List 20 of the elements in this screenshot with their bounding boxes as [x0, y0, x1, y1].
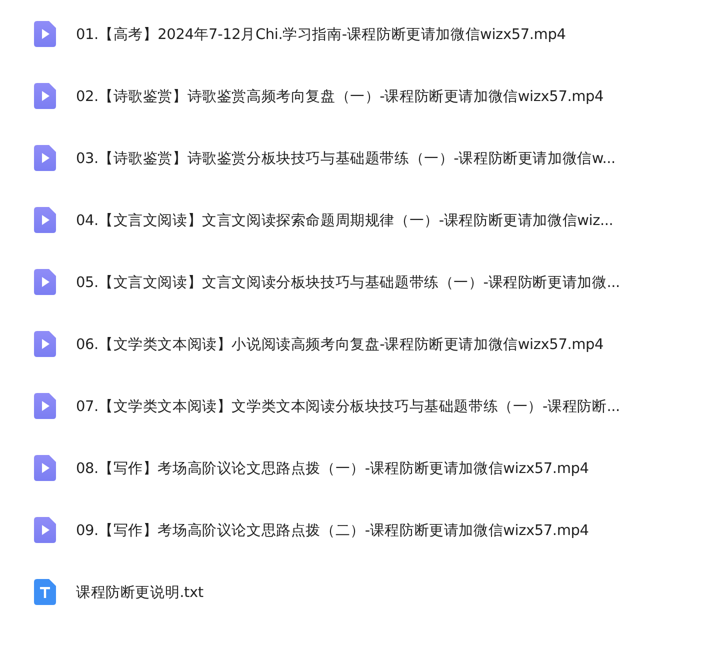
file-name[interactable]: 05.【文言文阅读】文言文阅读分板块技巧与基础题带练（一）-课程防断更请加微...: [76, 272, 620, 292]
video-file-icon: [34, 455, 56, 481]
video-file-icon: [34, 393, 56, 419]
file-name[interactable]: 01.【高考】2024年7-12月Chi.学习指南-课程防断更请加微信wizx57.mp4: [76, 24, 566, 44]
text-file-icon: [34, 579, 56, 605]
video-file-icon: [34, 269, 56, 295]
video-file-icon: [34, 145, 56, 171]
video-file-icon: [34, 517, 56, 543]
file-name[interactable]: 08.【写作】考场高阶议论文思路点拨（一）-课程防断更请加微信wizx57.mp4: [76, 458, 589, 478]
file-name[interactable]: 04.【文言文阅读】文言文阅读探索命题周期规律（一）-课程防断更请加微信wiz...: [76, 210, 614, 230]
video-file-icon: [34, 207, 56, 233]
file-name[interactable]: 09.【写作】考场高阶议论文思路点拨（二）-课程防断更请加微信wizx57.mp4: [76, 520, 589, 540]
file-name[interactable]: 02.【诗歌鉴赏】诗歌鉴赏高频考向复盘（一）-课程防断更请加微信wizx57.mp4: [76, 86, 604, 106]
video-file-icon: [34, 83, 56, 109]
file-name[interactable]: 07.【文学类文本阅读】文学类文本阅读分板块技巧与基础题带练（一）-课程防断...: [76, 396, 620, 416]
file-name[interactable]: 03.【诗歌鉴赏】诗歌鉴赏分板块技巧与基础题带练（一）-课程防断更请加微信w...: [76, 148, 616, 168]
video-file-icon: [34, 21, 56, 47]
file-name[interactable]: 课程防断更说明.txt: [76, 582, 204, 602]
video-file-icon: [34, 331, 56, 357]
file-name[interactable]: 06.【文学类文本阅读】小说阅读高频考向复盘-课程防断更请加微信wizx57.mp4: [76, 334, 604, 354]
